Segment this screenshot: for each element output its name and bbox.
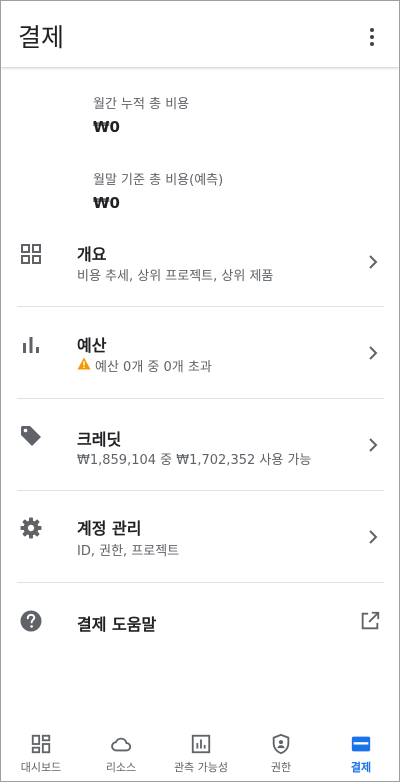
chevron-right-icon	[369, 255, 378, 269]
nav-tab-label: 리소스	[105, 761, 137, 774]
overview-subtitle: 비용 추세, 상위 프로젝트, 상위 제품	[77, 269, 274, 284]
budget-label: 예산	[77, 336, 107, 355]
warning-icon	[77, 357, 91, 370]
budget-subtitle: 예산 0개 중 0개 초과	[95, 360, 212, 375]
nav-tab-observability[interactable]: 관측 가능성	[161, 727, 241, 781]
nav-tab-permissions[interactable]: 권한	[241, 727, 321, 781]
monthly-cost-value: ₩0	[93, 118, 120, 136]
cloud-icon	[111, 737, 132, 752]
credits-row[interactable]: 크레딧 ₩1,859,104 중 ₩1,702,352 사용 가능	[1, 409, 399, 479]
billing-card-icon	[351, 736, 371, 752]
nav-tab-resources[interactable]: 리소스	[81, 727, 161, 781]
app-bar: 결제	[1, 1, 399, 67]
more-options-icon[interactable]	[367, 28, 377, 48]
overview-row[interactable]: 개요 비용 추세, 상위 프로젝트, 상위 제품	[1, 223, 399, 293]
chevron-right-icon	[369, 530, 378, 544]
divider	[17, 490, 384, 491]
gear-icon	[20, 517, 42, 539]
account-management-label: 계정 관리	[77, 519, 142, 538]
bar-chart-icon	[23, 337, 39, 353]
overview-label: 개요	[77, 245, 107, 264]
divider	[17, 398, 384, 399]
nav-tab-billing[interactable]: 결제	[321, 727, 399, 781]
forecast-cost-value: ₩0	[93, 194, 120, 212]
billing-screen: 결제 월간 누적 총 비용 ₩0 월말 기준 총 비용(예측) ₩0 개요 비용…	[0, 0, 400, 782]
credits-label: 크레딧	[77, 430, 122, 449]
nav-tab-dashboard[interactable]: 대시보드	[1, 727, 81, 781]
help-icon	[20, 610, 42, 632]
monthly-cost-summary: 월간 누적 총 비용 ₩0	[93, 93, 189, 136]
page-title: 결제	[18, 23, 65, 52]
grid-icon	[21, 244, 41, 264]
nav-tab-label: 권한	[270, 761, 292, 774]
billing-help-label: 결제 도움말	[77, 615, 157, 634]
chevron-right-icon	[369, 438, 378, 452]
billing-help-row[interactable]: 결제 도움말	[1, 591, 399, 651]
nav-tab-label: 관측 가능성	[173, 761, 229, 774]
open-in-new-icon	[361, 611, 380, 630]
credits-subtitle: ₩1,859,104 중 ₩1,702,352 사용 가능	[77, 453, 312, 468]
divider	[17, 582, 384, 583]
account-management-subtitle: ID, 권한, 프로젝트	[77, 544, 180, 559]
forecast-cost-label: 월말 기준 총 비용(예측)	[93, 173, 224, 188]
monthly-cost-label: 월간 누적 총 비용	[93, 97, 190, 112]
budget-row[interactable]: 예산 예산 0개 중 0개 초과	[1, 317, 399, 387]
tag-icon	[21, 426, 41, 446]
divider	[17, 306, 384, 307]
bottom-navigation: 대시보드 리소스 관측 가능성 권한 결제	[1, 727, 399, 781]
account-management-row[interactable]: 계정 관리 ID, 권한, 프로젝트	[1, 501, 399, 571]
shield-icon	[272, 733, 290, 755]
monitoring-icon	[191, 734, 211, 754]
nav-tab-label: 결제	[350, 761, 372, 774]
dashboard-icon	[31, 734, 51, 754]
forecast-cost-summary: 월말 기준 총 비용(예측) ₩0	[93, 169, 223, 212]
chevron-right-icon	[369, 346, 378, 360]
nav-tab-label: 대시보드	[20, 761, 62, 774]
